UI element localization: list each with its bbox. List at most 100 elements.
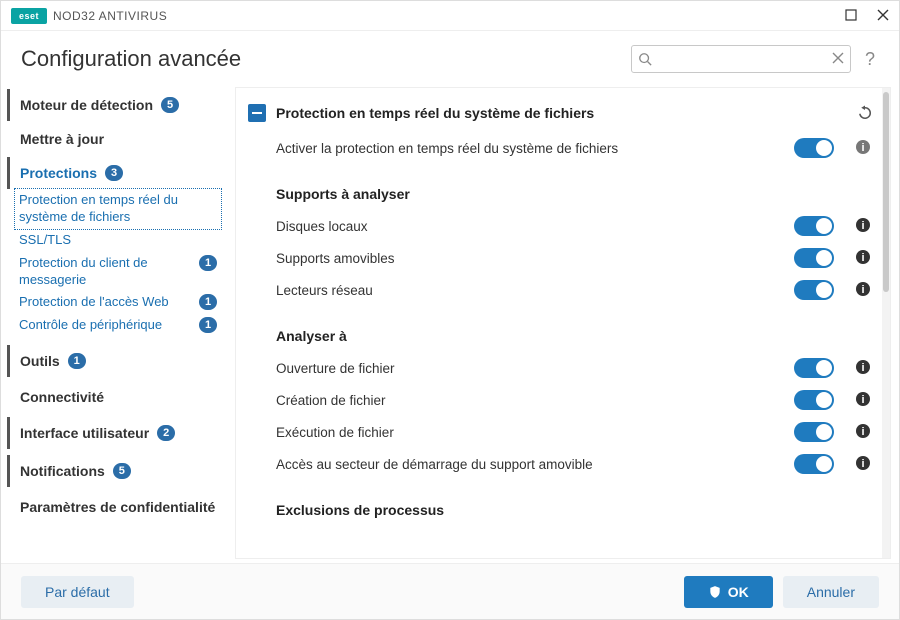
sidebar-sub-mail-client[interactable]: Protection du client de messagerie 1 — [15, 252, 221, 292]
svg-text:i: i — [861, 458, 864, 470]
sidebar-item-notifications[interactable]: Notifications 5 — [7, 455, 225, 487]
badge: 1 — [199, 317, 217, 333]
setting-label: Activer la protection en temps réel du s… — [276, 141, 794, 156]
clear-search-icon[interactable] — [832, 51, 844, 67]
info-button[interactable]: i — [852, 217, 874, 236]
sidebar-item-detection-engine[interactable]: Moteur de détection 5 — [7, 89, 225, 121]
main: Protection en temps réel du système de f… — [231, 83, 891, 563]
cancel-button[interactable]: Annuler — [783, 576, 879, 608]
sidebar-sub-label: Protection en temps réel du système de f… — [19, 192, 217, 226]
sidebar-sub-web-access[interactable]: Protection de l'accès Web 1 — [15, 291, 221, 314]
header: Configuration avancée ? — [1, 31, 899, 83]
info-button[interactable]: i — [852, 423, 874, 442]
sidebar-sub-label: Protection du client de messagerie — [19, 255, 193, 289]
setting-row-file-exec: Exécution de fichier i — [248, 416, 874, 448]
page-title: Configuration avancée — [21, 46, 241, 72]
svg-text:i: i — [861, 142, 864, 154]
sidebar-item-tools[interactable]: Outils 1 — [7, 345, 225, 377]
svg-text:i: i — [861, 394, 864, 406]
brand-product-name: NOD32 ANTIVIRUS — [53, 9, 167, 23]
subheading-process-exclusions: Exclusions de processus — [248, 480, 874, 526]
sidebar-item-label: Connectivité — [20, 389, 104, 405]
help-button[interactable]: ? — [861, 49, 879, 70]
setting-row-boot-sector: Accès au secteur de démarrage du support… — [248, 448, 874, 480]
info-icon: i — [855, 359, 871, 375]
info-button[interactable]: i — [852, 455, 874, 474]
svg-text:i: i — [861, 252, 864, 264]
toggle-local-drives[interactable] — [794, 216, 834, 236]
titlebar: eset NOD32 ANTIVIRUS — [1, 1, 899, 31]
toggle-file-create[interactable] — [794, 390, 834, 410]
maximize-button[interactable] — [845, 8, 857, 24]
setting-row-removable-media: Supports amovibles i — [248, 242, 874, 274]
sidebar-item-privacy[interactable]: Paramètres de confidentialité — [7, 487, 225, 527]
section-title: Protection en temps réel du système de f… — [276, 105, 594, 121]
sidebar-item-protections[interactable]: Protections 3 — [7, 157, 225, 189]
scrollbar-thumb[interactable] — [883, 92, 889, 292]
brand: eset NOD32 ANTIVIRUS — [11, 8, 167, 24]
toggle-file-open[interactable] — [794, 358, 834, 378]
info-icon: i — [855, 139, 871, 155]
sidebar-item-label: Outils — [20, 353, 60, 369]
toggle-boot-sector[interactable] — [794, 454, 834, 474]
close-button[interactable] — [877, 8, 889, 24]
sidebar-sub-label: Contrôle de périphérique — [19, 317, 193, 334]
badge: 1 — [68, 353, 86, 369]
info-button[interactable]: i — [852, 249, 874, 268]
svg-text:i: i — [861, 362, 864, 374]
minus-icon — [252, 112, 262, 114]
info-icon: i — [855, 281, 871, 297]
badge: 1 — [199, 294, 217, 310]
app-window: eset NOD32 ANTIVIRUS Configuration avanc… — [0, 0, 900, 620]
badge: 2 — [157, 425, 175, 441]
sidebar-item-label: Mettre à jour — [20, 131, 104, 147]
toggle-enable-realtime[interactable] — [794, 138, 834, 158]
sidebar-item-connectivity[interactable]: Connectivité — [7, 377, 225, 417]
default-button[interactable]: Par défaut — [21, 576, 134, 608]
setting-row-enable-realtime: Activer la protection en temps réel du s… — [248, 132, 874, 164]
toggle-file-exec[interactable] — [794, 422, 834, 442]
sidebar-item-label: Protections — [20, 165, 97, 181]
sidebar-sub-device-control[interactable]: Contrôle de périphérique 1 — [15, 314, 221, 337]
search-box[interactable] — [631, 45, 851, 73]
setting-label: Exécution de fichier — [276, 425, 794, 440]
sidebar-sub-ssl-tls[interactable]: SSL/TLS — [15, 229, 221, 252]
sidebar-item-label: Interface utilisateur — [20, 425, 149, 441]
sidebar-sub-label: SSL/TLS — [19, 232, 217, 249]
info-button[interactable]: i — [852, 391, 874, 410]
scrollbar[interactable] — [882, 88, 890, 558]
toggle-network-drives[interactable] — [794, 280, 834, 300]
sidebar-item-label: Moteur de détection — [20, 97, 153, 113]
sidebar-item-update[interactable]: Mettre à jour — [7, 121, 225, 157]
toggle-removable-media[interactable] — [794, 248, 834, 268]
subheading-media-to-scan: Supports à analyser — [248, 164, 874, 210]
sidebar: Moteur de détection 5 Mettre à jour Prot… — [1, 83, 231, 563]
sidebar-group-protections: Protections 3 Protection en temps réel d… — [7, 157, 225, 343]
svg-text:i: i — [861, 426, 864, 438]
setting-label: Accès au secteur de démarrage du support… — [276, 457, 794, 472]
setting-row-file-open: Ouverture de fichier i — [248, 352, 874, 384]
setting-label: Supports amovibles — [276, 251, 794, 266]
badge: 3 — [105, 165, 123, 181]
info-icon: i — [855, 249, 871, 265]
setting-row-file-create: Création de fichier i — [248, 384, 874, 416]
info-icon: i — [855, 217, 871, 233]
setting-row-local-drives: Disques locaux i — [248, 210, 874, 242]
info-button[interactable]: i — [852, 281, 874, 300]
revert-button[interactable] — [856, 104, 874, 122]
info-icon: i — [855, 423, 871, 439]
header-right: ? — [631, 45, 879, 73]
sidebar-sub-realtime-protection[interactable]: Protection en temps réel du système de f… — [15, 189, 221, 229]
settings-panel-inner: Protection en temps réel du système de f… — [236, 88, 882, 558]
collapse-button[interactable] — [248, 104, 266, 122]
sidebar-item-label: Paramètres de confidentialité — [20, 499, 215, 515]
search-input[interactable] — [652, 51, 832, 68]
ok-button[interactable]: OK — [684, 576, 773, 608]
info-button[interactable]: i — [852, 139, 874, 158]
search-icon — [638, 52, 652, 66]
undo-icon — [856, 104, 874, 122]
badge: 1 — [199, 255, 217, 271]
info-button[interactable]: i — [852, 359, 874, 378]
sidebar-sublist: Protection en temps réel du système de f… — [7, 189, 225, 343]
sidebar-item-ui[interactable]: Interface utilisateur 2 — [7, 417, 225, 449]
